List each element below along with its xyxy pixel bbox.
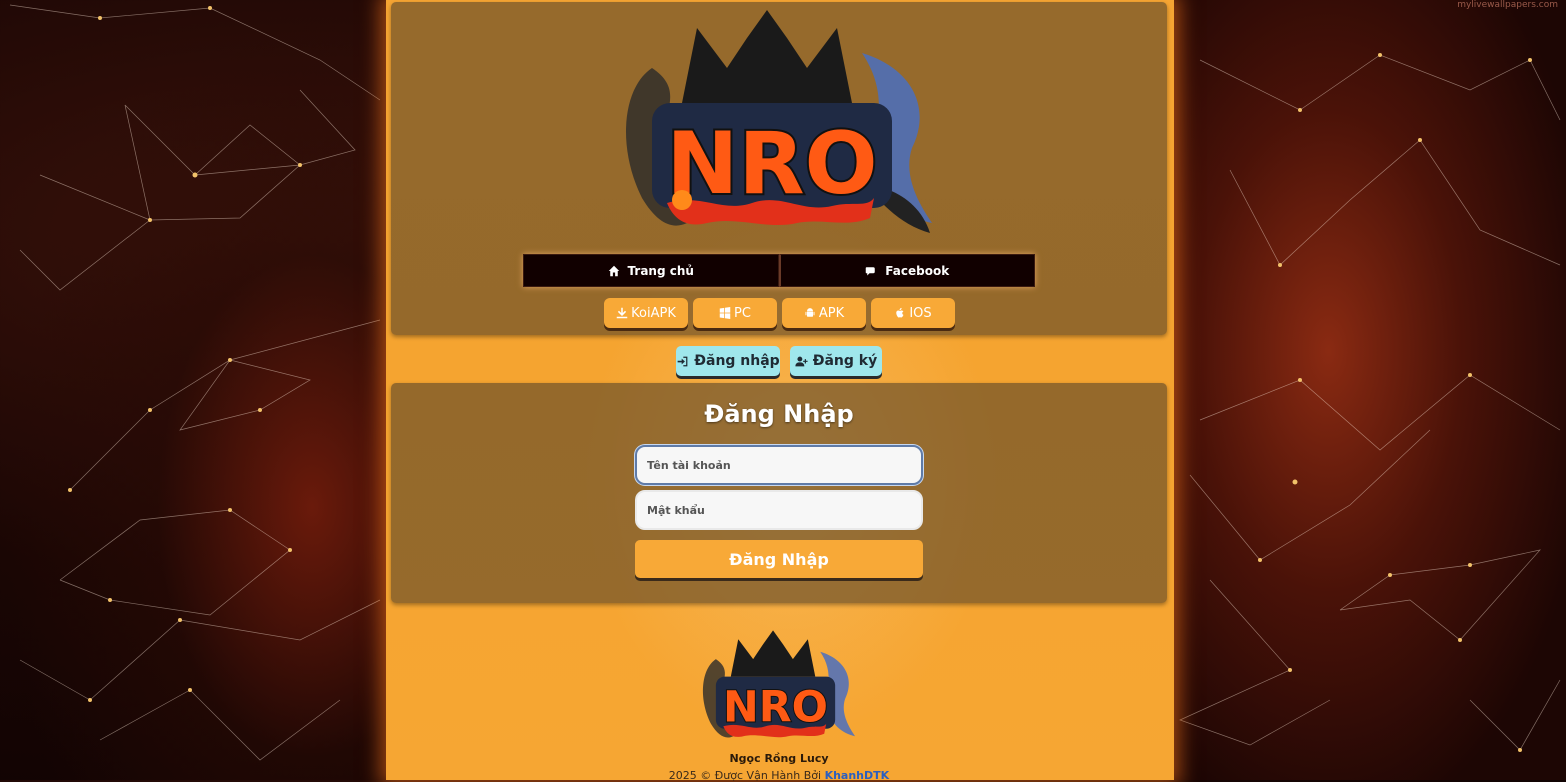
nav-facebook-button[interactable]: Facebook: [778, 254, 1035, 287]
username-input[interactable]: [635, 445, 923, 485]
sign-in-icon: [677, 356, 688, 366]
footer-logo-text: NRO: [723, 682, 828, 732]
login-title: Đăng Nhập: [704, 400, 854, 428]
tab-register-button[interactable]: Đăng ký: [790, 346, 882, 376]
top-nav: Trang chủ Facebook: [523, 254, 1035, 287]
download-pc-button[interactable]: PC: [693, 298, 777, 328]
tab-register-label: Đăng ký: [812, 353, 878, 369]
download-ios-button[interactable]: IOS: [871, 298, 955, 328]
nav-home-label: Trang chủ: [627, 263, 694, 278]
login-submit-button[interactable]: Đăng Nhập: [635, 540, 923, 578]
comments-icon: [866, 266, 876, 275]
tab-login-label: Đăng nhập: [694, 353, 780, 369]
auth-tabs: Đăng nhập Đăng ký: [676, 346, 882, 376]
android-icon: [805, 308, 815, 317]
nav-home-button[interactable]: Trang chủ: [523, 254, 779, 287]
download-apk-button[interactable]: APK: [782, 298, 866, 328]
download-koiapk-label: KoiAPK: [631, 305, 676, 321]
footer-server-name: Ngọc Rồng Lucy: [729, 752, 829, 765]
tab-login-button[interactable]: Đăng nhập: [676, 346, 780, 376]
download-buttons: KoiAPK PC APK IOS: [604, 298, 955, 328]
download-ios-label: IOS: [909, 305, 932, 321]
windows-icon: [719, 307, 731, 319]
download-koiapk-button[interactable]: KoiAPK: [604, 298, 688, 328]
wallpaper-watermark: mylivewallpapers.com: [1457, 0, 1558, 10]
download-pc-label: PC: [734, 305, 751, 321]
home-icon: [608, 265, 619, 276]
password-input[interactable]: [635, 490, 923, 530]
download-icon: [616, 307, 628, 319]
apple-icon: [896, 307, 904, 318]
nav-facebook-label: Facebook: [885, 263, 950, 278]
logo-text: NRO: [666, 114, 877, 214]
nro-logo[interactable]: NRO: [612, 8, 942, 240]
user-plus-icon: [795, 356, 808, 366]
footer-nro-logo: NRO: [702, 630, 856, 738]
download-apk-label: APK: [818, 305, 845, 321]
footer-operator-link[interactable]: KhanhDTK: [825, 769, 890, 782]
footer-copyright-text: 2025 © Được Vận Hành Bởi: [668, 769, 822, 782]
footer-copyright: 2025 © Được Vận Hành Bởi KhanhDTK: [391, 769, 1167, 782]
